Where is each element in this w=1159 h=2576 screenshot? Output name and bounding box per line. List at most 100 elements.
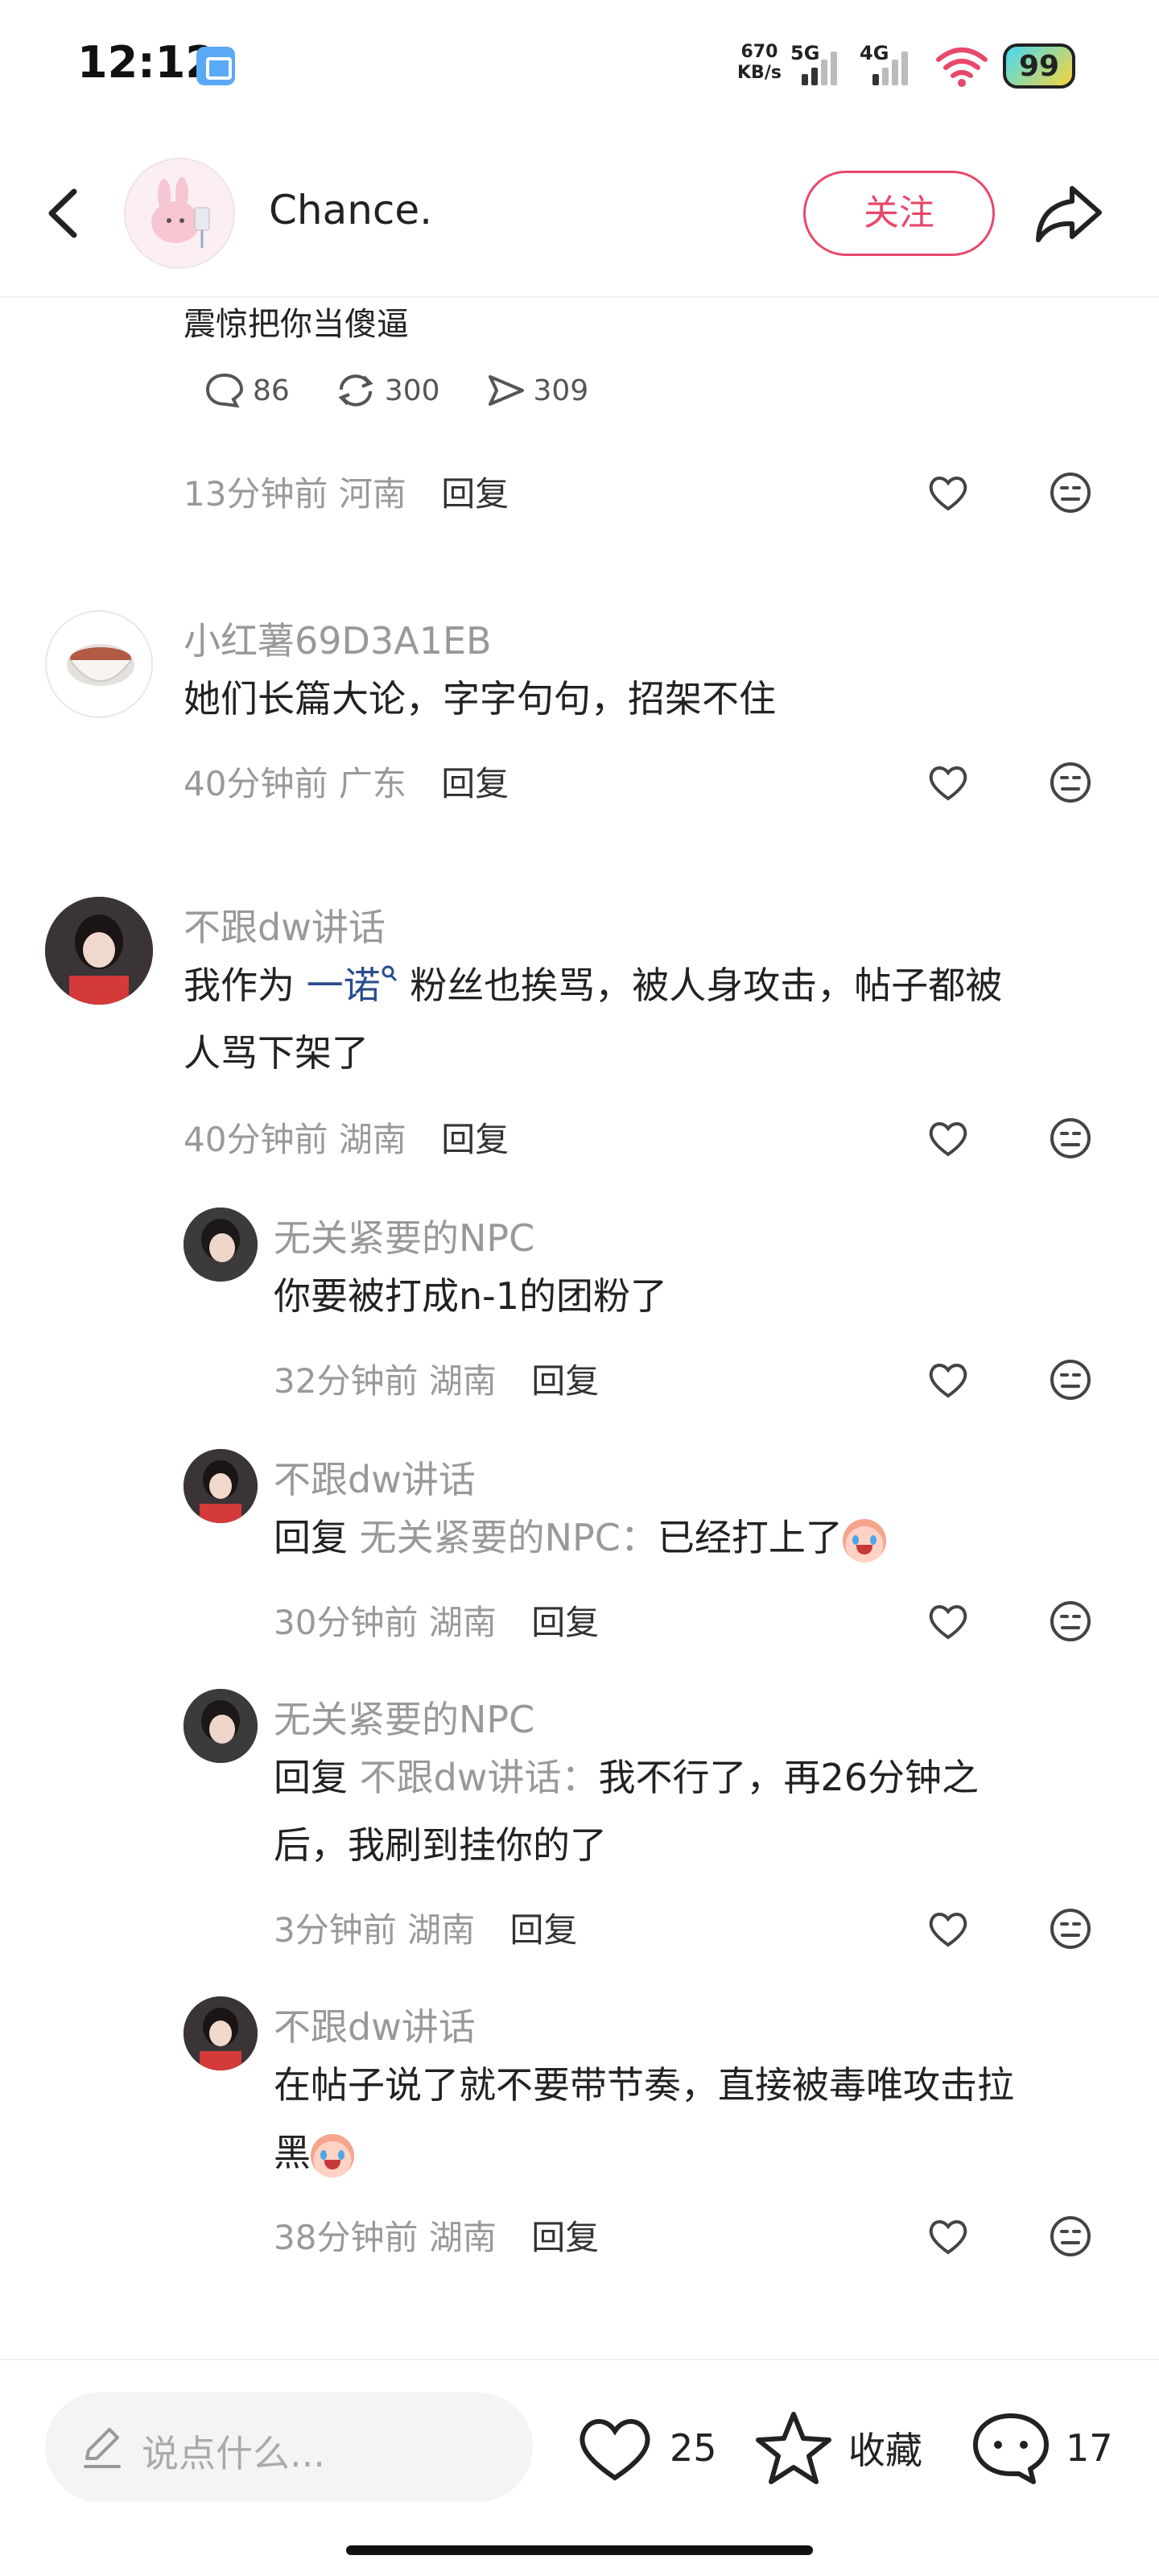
avatar[interactable] bbox=[184, 1449, 258, 1523]
topic-link[interactable]: 一诺 bbox=[307, 964, 381, 1007]
reply-username[interactable]: 无关紧要的NPC bbox=[274, 1209, 534, 1262]
avatar[interactable] bbox=[184, 1996, 258, 2070]
notification-app-icon bbox=[196, 47, 235, 85]
reply-text: 在帖子说了就不要带节奏，直接被毒唯攻击拉 黑 bbox=[274, 2051, 1127, 2186]
dislike-face-icon[interactable] bbox=[1048, 1599, 1093, 1644]
reply-body: 黑 bbox=[274, 2131, 311, 2174]
status-bar: 12:12 670 KB/s 5G 4G 99 bbox=[0, 0, 1159, 129]
avatar[interactable] bbox=[184, 1689, 258, 1763]
comment-list: 震惊把你当傻逼 86 300 309 13分钟前 河南 回复 小红薯69D3A1… bbox=[0, 298, 1159, 2343]
collect-label: 收藏 bbox=[848, 2429, 922, 2472]
mention-link[interactable]: 不跟dw讲话： bbox=[360, 1756, 599, 1799]
reply-body: 已经打上了 bbox=[657, 1516, 843, 1559]
comment-meta: 40分钟前 湖南 回复 bbox=[184, 1113, 509, 1162]
comment-text-part: 粉丝也挨骂，被人身攻击，帖子都被 bbox=[398, 964, 1003, 1007]
heart-icon[interactable] bbox=[926, 1357, 971, 1402]
comments-count: 86 bbox=[253, 374, 290, 407]
comments-stat: 86 bbox=[204, 372, 290, 409]
heart-icon[interactable] bbox=[926, 470, 971, 515]
author-avatar[interactable] bbox=[124, 158, 235, 269]
comment-text: 我作为 一诺 粉丝也挨骂，被人身攻击，帖子都被 人骂下架了 bbox=[184, 952, 1125, 1087]
reply-time: 3分钟前 bbox=[274, 1910, 397, 1950]
back-arrow-icon[interactable] bbox=[40, 185, 89, 242]
heart-icon[interactable] bbox=[926, 760, 971, 805]
avatar[interactable] bbox=[184, 1208, 258, 1282]
comments-button[interactable]: 17 bbox=[971, 2404, 1113, 2492]
dislike-face-icon[interactable] bbox=[1048, 1116, 1093, 1161]
reply-button[interactable]: 回复 bbox=[509, 1910, 577, 1950]
heart-icon[interactable] bbox=[926, 1116, 971, 1161]
comment-time: 13分钟前 bbox=[184, 474, 328, 514]
comment-bubble-icon bbox=[973, 2413, 1049, 2484]
reply-button[interactable]: 回复 bbox=[441, 474, 509, 514]
avatar[interactable] bbox=[45, 897, 153, 1005]
signal-icon bbox=[798, 50, 839, 85]
follow-button[interactable]: 关注 bbox=[803, 171, 995, 256]
network-speed: 670 KB/s bbox=[737, 42, 782, 84]
reply-location: 湖南 bbox=[428, 2218, 497, 2257]
like-button[interactable]: 25 bbox=[575, 2404, 717, 2492]
heart-icon[interactable] bbox=[926, 1599, 971, 1644]
shares-stat: 309 bbox=[485, 372, 589, 409]
comment-bubble-icon bbox=[205, 373, 244, 408]
star-icon bbox=[756, 2412, 831, 2484]
heart-icon[interactable] bbox=[926, 2214, 971, 2259]
author-name[interactable]: Chance. bbox=[269, 187, 432, 233]
reply-button[interactable]: 回复 bbox=[531, 2218, 599, 2257]
reply-prefix: 回复 bbox=[274, 1756, 348, 1799]
reply-text: 你要被打成n-1的团粉了 bbox=[274, 1274, 668, 1318]
comment-time: 40分钟前 bbox=[184, 1120, 328, 1159]
reply-body: 后，我刷到挂你的了 bbox=[274, 1823, 607, 1867]
comment-username[interactable]: 不跟dw讲话 bbox=[184, 898, 386, 952]
reply-text: 回复 不跟dw讲话：我不行了，再26分钟之 后，我刷到挂你的了 bbox=[274, 1744, 1127, 1879]
network-speed-unit: KB/s bbox=[737, 63, 782, 83]
wifi-icon bbox=[936, 47, 988, 87]
comment-text-part: 人骂下架了 bbox=[184, 1031, 369, 1075]
dislike-face-icon[interactable] bbox=[1048, 1906, 1093, 1951]
avatar[interactable] bbox=[45, 610, 153, 718]
reposts-count: 300 bbox=[384, 374, 440, 407]
reply-meta: 3分钟前 湖南 回复 bbox=[274, 1903, 577, 1952]
reply-button[interactable]: 回复 bbox=[441, 1120, 509, 1159]
battery-icon: 99 bbox=[1003, 43, 1075, 89]
crying-emoji-icon bbox=[842, 1518, 886, 1563]
comment-location: 河南 bbox=[338, 474, 406, 514]
dislike-face-icon[interactable] bbox=[1048, 1357, 1093, 1402]
home-indicator[interactable] bbox=[346, 2545, 813, 2555]
share-icon[interactable] bbox=[1032, 182, 1104, 246]
bottom-action-bar: 说点什么... 25 收藏 17 bbox=[0, 2359, 1159, 2576]
dislike-face-icon[interactable] bbox=[1048, 470, 1093, 515]
heart-icon[interactable] bbox=[926, 1906, 971, 1951]
reply-time: 32分钟前 bbox=[274, 1361, 419, 1401]
dislike-face-icon[interactable] bbox=[1048, 2214, 1093, 2259]
reply-time: 30分钟前 bbox=[274, 1603, 419, 1642]
search-icon[interactable] bbox=[381, 964, 398, 989]
signal-icon bbox=[869, 50, 909, 85]
reply-button[interactable]: 回复 bbox=[531, 1603, 599, 1642]
reply-username[interactable]: 不跟dw讲话 bbox=[274, 1451, 476, 1504]
battery-level: 99 bbox=[1019, 50, 1060, 83]
reply-username[interactable]: 不跟dw讲话 bbox=[274, 1998, 476, 2051]
reply-meta: 30分钟前 湖南 回复 bbox=[274, 1596, 599, 1645]
comment-input-placeholder: 说点什么... bbox=[142, 2432, 325, 2475]
dislike-face-icon[interactable] bbox=[1048, 760, 1093, 805]
mention-link[interactable]: 无关紧要的NPC： bbox=[360, 1516, 658, 1559]
network-speed-value: 670 bbox=[740, 42, 778, 62]
comment-text-partial: 震惊把你当傻逼 bbox=[184, 306, 409, 343]
reply-username[interactable]: 无关紧要的NPC bbox=[274, 1690, 534, 1744]
shares-count: 309 bbox=[533, 374, 589, 407]
comment-meta: 13分钟前 河南 回复 bbox=[184, 467, 509, 516]
reply-prefix: 回复 bbox=[274, 1516, 348, 1559]
reply-meta: 32分钟前 湖南 回复 bbox=[274, 1354, 599, 1403]
reply-button[interactable]: 回复 bbox=[441, 764, 509, 803]
comment-username[interactable]: 小红薯69D3A1EB bbox=[184, 612, 492, 665]
embedded-post-stats: 86 300 309 bbox=[204, 372, 633, 409]
crying-emoji-icon bbox=[311, 2133, 354, 2178]
reply-button[interactable]: 回复 bbox=[531, 1361, 599, 1401]
reply-location: 湖南 bbox=[428, 1361, 497, 1401]
reply-body: 我不行了，再26分钟之 bbox=[598, 1756, 979, 1799]
reply-location: 湖南 bbox=[428, 1603, 497, 1642]
reply-location: 湖南 bbox=[407, 1910, 476, 1950]
collect-button[interactable]: 收藏 bbox=[753, 2404, 922, 2492]
comment-input[interactable]: 说点什么... bbox=[45, 2392, 533, 2502]
